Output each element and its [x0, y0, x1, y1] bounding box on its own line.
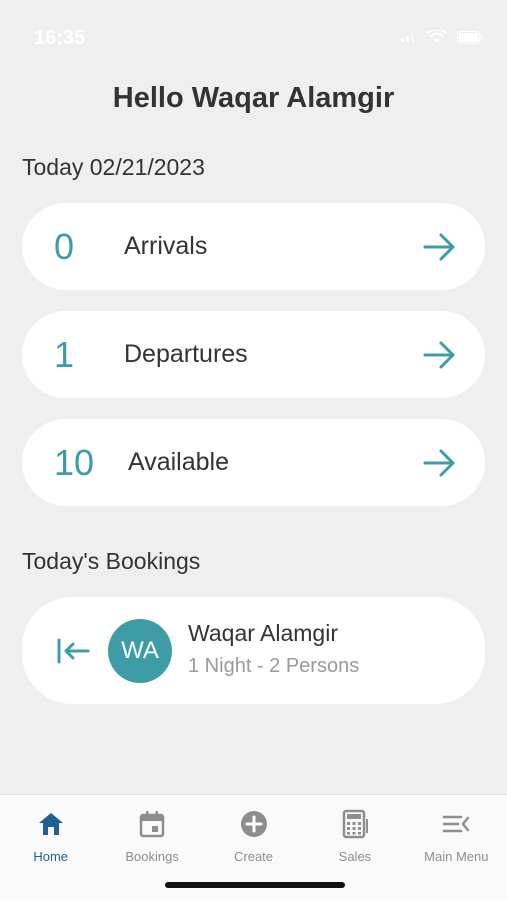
available-label: Available	[128, 448, 230, 476]
arrivals-label: Arrivals	[124, 232, 208, 260]
status-bar: 16:35	[0, 0, 507, 70]
tab-bookings-label: Bookings	[125, 849, 179, 864]
calendar-icon	[139, 811, 165, 838]
departures-card[interactable]: 1 Departures	[22, 311, 485, 398]
booking-info: Waqar Alamgir 1 Night - 2 Persons	[188, 620, 360, 678]
tab-main-menu[interactable]: Main Menu	[406, 795, 507, 900]
status-icons	[401, 30, 483, 44]
checkout-icon	[56, 637, 90, 665]
departures-count: 1	[54, 333, 75, 375]
tab-create-label: Create	[234, 849, 274, 864]
arrow-right-icon[interactable]	[423, 232, 457, 262]
avatar: WA	[108, 618, 172, 683]
arrow-right-icon[interactable]	[423, 340, 457, 370]
page-title: Hello Waqar Alamgir	[112, 82, 395, 114]
signal-icon	[401, 34, 414, 42]
tab-sales-label: Sales	[338, 849, 372, 864]
available-count: 10	[54, 441, 95, 483]
tab-main-menu-label: Main Menu	[424, 849, 489, 864]
arrow-right-icon[interactable]	[423, 448, 457, 478]
tab-home[interactable]: Home	[0, 795, 101, 900]
menu-collapse-icon	[443, 815, 470, 833]
plus-circle-icon	[240, 811, 267, 837]
available-card[interactable]: 10 Available	[22, 419, 485, 506]
tab-home-label: Home	[33, 849, 69, 864]
battery-icon	[457, 30, 483, 44]
booking-guest-name: Waqar Alamgir	[188, 619, 338, 646]
departures-label: Departures	[124, 340, 248, 368]
booking-item[interactable]: WA Waqar Alamgir 1 Night - 2 Persons	[22, 597, 485, 704]
status-time: 16:35	[34, 27, 86, 49]
calculator-icon	[342, 809, 368, 839]
booking-detail: 1 Night - 2 Persons	[188, 654, 360, 677]
home-indicator[interactable]	[165, 882, 345, 888]
todays-bookings-heading: Today's Bookings	[22, 548, 201, 574]
arrivals-card[interactable]: 0 Arrivals	[22, 203, 485, 290]
home-icon	[38, 813, 63, 835]
wifi-icon	[427, 30, 447, 43]
today-date-label: Today 02/21/2023	[22, 154, 205, 180]
arrivals-count: 0	[54, 225, 75, 267]
